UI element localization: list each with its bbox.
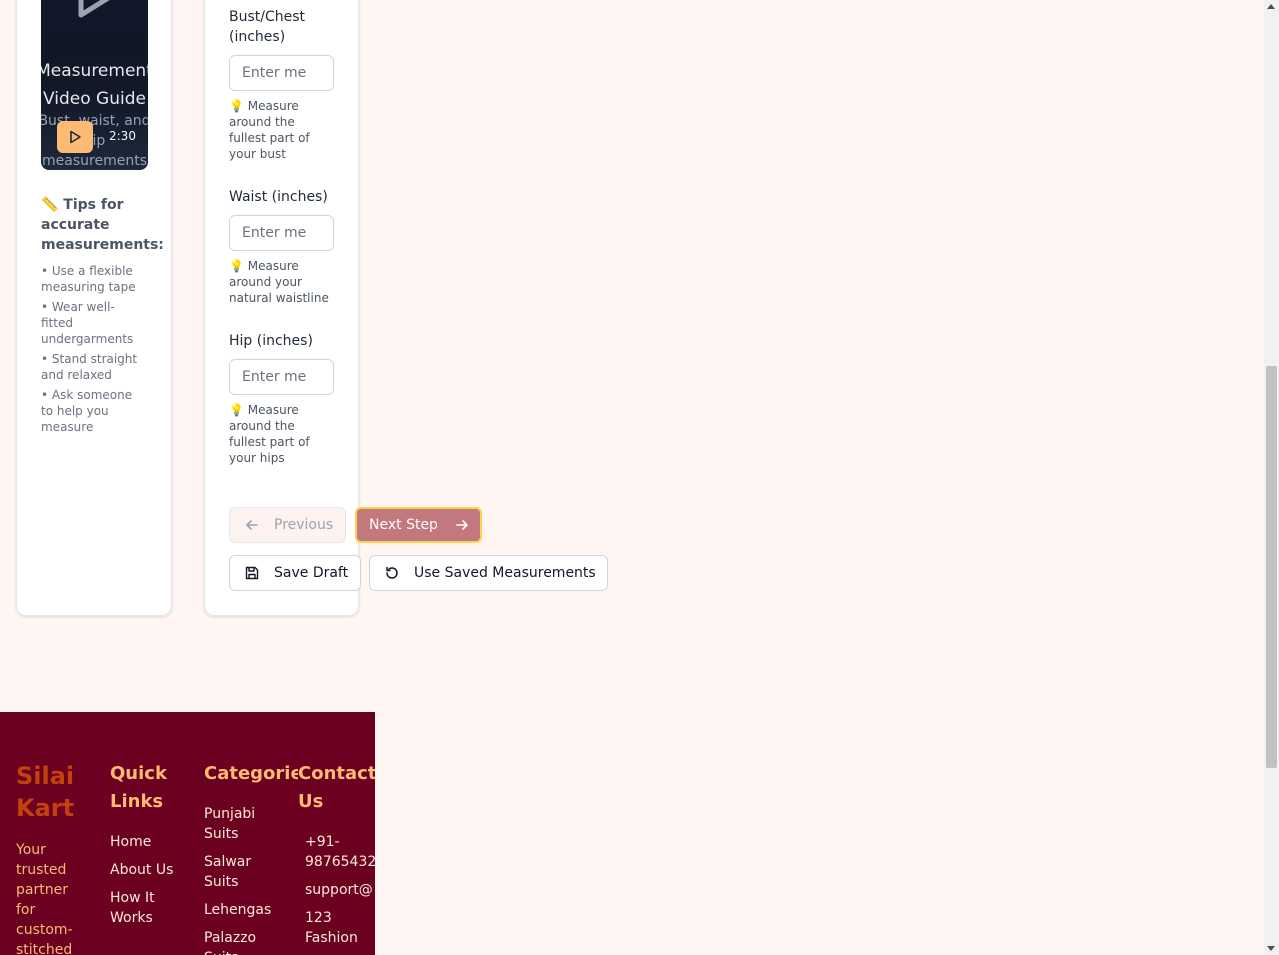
hip-hint: 💡 Measure around the fullest part of you… — [229, 403, 310, 465]
arrow-right-icon — [456, 520, 468, 530]
video-guide-card: Measurement Video Guide Bust, waist, and… — [16, 0, 172, 616]
next-step-button[interactable]: Next Step — [355, 507, 482, 543]
contact-title: Contact Us — [298, 760, 375, 816]
waist-label: Waist (inches) — [229, 189, 328, 205]
contact-address: 123 Fashion — [305, 910, 358, 946]
save-icon — [245, 566, 259, 580]
tip-item: • Ask someone to help you measure — [41, 388, 133, 434]
footer-link-punjabi-suits[interactable]: Punjabi Suits — [204, 804, 284, 844]
bust-label: Bust/Chest (inches) — [229, 9, 306, 45]
tip-item: • Stand straight and relaxed — [41, 352, 138, 382]
reset-icon — [386, 566, 398, 579]
bust-hint: 💡 Measure around the fullest part of you… — [229, 99, 310, 161]
waist-hint: 💡 Measure around your natural waistline — [229, 259, 329, 305]
use-saved-label: Use Saved Measurements — [414, 565, 596, 581]
tips-list: • Use a flexible measuring tape • Wear w… — [41, 263, 145, 439]
quick-links-list: Home About Us How It Works — [110, 832, 190, 936]
video-play-button[interactable] — [57, 121, 93, 153]
footer-link-about[interactable]: About Us — [110, 860, 190, 880]
next-step-label: Next Step — [369, 517, 438, 533]
video-duration: 2:30 — [109, 129, 136, 143]
footer-tagline: Your trusted partner for custom-stitched — [16, 842, 73, 955]
tips-title: 📏 Tips for accurate measurements: — [41, 197, 164, 253]
hip-input[interactable] — [229, 359, 334, 395]
footer-link-palazzo-suits[interactable]: Palazzo Suits — [204, 928, 284, 955]
footer-link-how-it-works[interactable]: How It Works — [110, 888, 190, 928]
hip-label: Hip (inches) — [229, 333, 313, 349]
arrow-left-icon — [246, 520, 258, 530]
video-play-overlay-icon — [78, 0, 110, 18]
footer-link-home[interactable]: Home — [110, 832, 190, 852]
page-scrollbar[interactable] — [1264, 0, 1279, 955]
waist-input[interactable] — [229, 215, 334, 251]
tip-item: • Wear well-fitted undergarments — [41, 300, 134, 346]
use-saved-measurements-button[interactable]: Use Saved Measurements — [369, 555, 608, 591]
footer-link-salwar-suits[interactable]: Salwar Suits — [204, 852, 284, 892]
quick-links-title: Quick Links — [110, 763, 167, 812]
save-draft-button[interactable]: Save Draft — [229, 555, 361, 591]
contact-list: +91-98765432 support@ 123 Fashion — [305, 832, 375, 955]
previous-button[interactable]: Previous — [229, 507, 346, 543]
categories-list: Punjabi Suits Salwar Suits Lehengas Pala… — [204, 804, 284, 955]
contact-email[interactable]: support@ — [305, 880, 375, 900]
scroll-up-arrow[interactable] — [1267, 4, 1275, 9]
previous-label: Previous — [274, 517, 334, 533]
bust-input[interactable] — [229, 55, 334, 91]
footer-link-lehengas[interactable]: Lehengas — [204, 900, 284, 920]
measurement-video[interactable]: Measurement Video Guide Bust, waist, and… — [41, 0, 148, 170]
footer-brand: Silai Kart — [16, 762, 75, 822]
play-icon — [70, 130, 81, 144]
video-title: Measurement Video Guide — [41, 61, 148, 109]
tip-item: • Use a flexible measuring tape — [41, 264, 136, 294]
save-draft-label: Save Draft — [274, 565, 349, 581]
scrollbar-thumb[interactable] — [1266, 366, 1277, 768]
contact-phone[interactable]: +91-98765432 — [305, 832, 375, 872]
scroll-down-arrow[interactable] — [1267, 946, 1275, 951]
site-footer: Silai Kart Your trusted partner for cust… — [0, 712, 375, 955]
